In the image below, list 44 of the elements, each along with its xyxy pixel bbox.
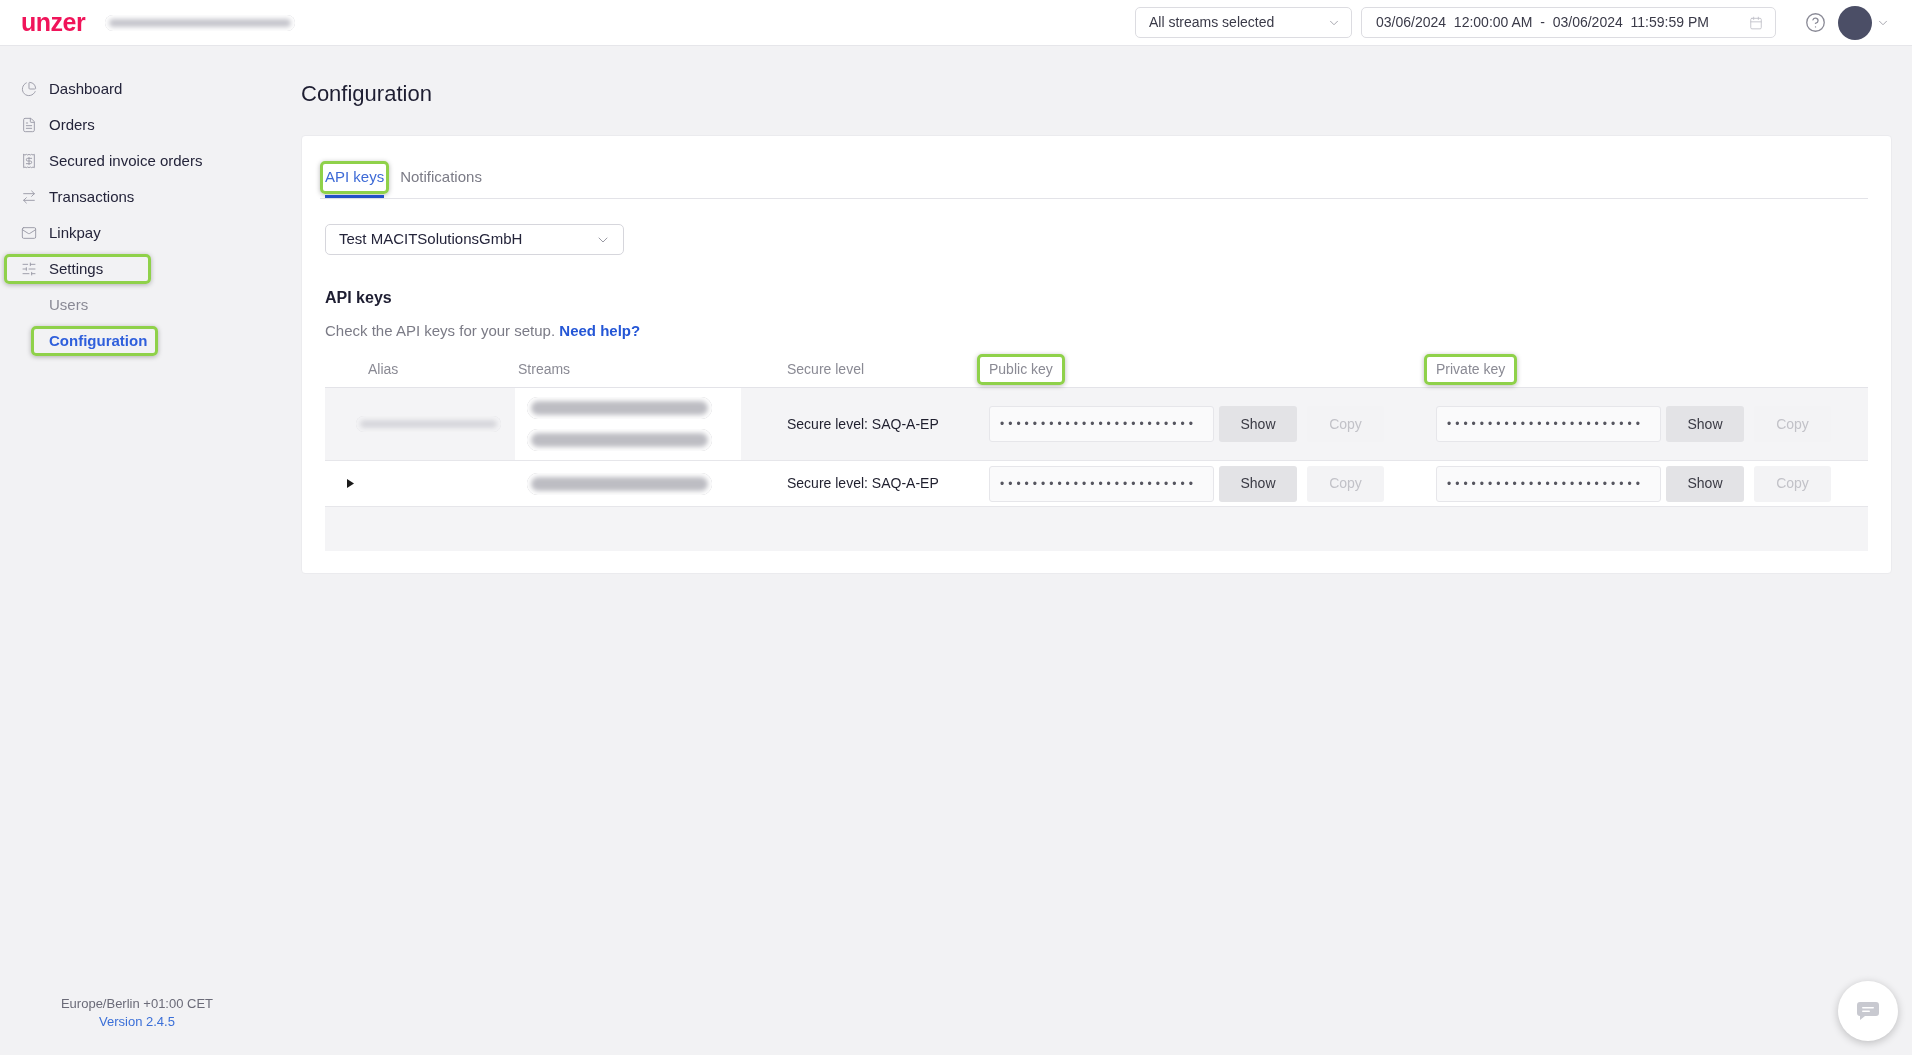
column-header: Public key [977, 354, 1065, 385]
sidebar-subitem[interactable]: Configuration [31, 326, 159, 356]
caret-right-icon[interactable] [347, 479, 354, 488]
show-button[interactable]: Show [1666, 406, 1744, 442]
sidebar-item[interactable]: Secured invoice orders [4, 146, 216, 176]
arrows-icon [21, 189, 37, 205]
key-field[interactable]: •••••••••••••••••••••••• [989, 406, 1214, 442]
chat-bubble-icon [1857, 1002, 1879, 1020]
help-text: Check the API keys for your setup. Need help? [325, 321, 642, 341]
receipt-icon [21, 153, 37, 169]
date-range-field[interactable]: 03/06/2024 12:00:00 AM - 03/06/2024 11:59:59 PM [1361, 7, 1776, 38]
column-header: Secure level [786, 360, 866, 379]
stream-select[interactable]: All streams selected [1135, 7, 1352, 38]
merchant-select[interactable]: Test MACITSolutionsGmbH [325, 224, 624, 255]
brand-logo[interactable]: unzer [21, 10, 86, 35]
key-field[interactable]: •••••••••••••••••••••••• [989, 465, 1214, 502]
show-button[interactable]: Show [1219, 465, 1297, 502]
column-header: Streams [517, 360, 572, 379]
sidebar-item[interactable]: Settings [4, 254, 151, 284]
show-button[interactable]: Show [1219, 406, 1297, 442]
sidebar-item[interactable]: Transactions [4, 182, 151, 212]
column-header: Alias [367, 360, 400, 379]
sliders-icon [21, 261, 37, 277]
key-field[interactable]: •••••••••••••••••••••••• [1436, 406, 1661, 442]
secure-level-text: Secure level: SAQ-A-EP [787, 474, 939, 493]
sidebar-item[interactable]: Dashboard [4, 74, 151, 104]
show-button[interactable]: Show [1666, 465, 1744, 502]
help-link[interactable]: Need help? [559, 322, 641, 339]
section-heading: API keys [325, 288, 393, 308]
key-field[interactable]: •••••••••••••••••••••••• [1436, 465, 1661, 502]
timezone-text: Europe/Berlin +01:00 CET [60, 995, 214, 1013]
pie-chart-icon [21, 81, 37, 97]
page-title: Configuration [301, 80, 433, 108]
sidebar-item[interactable]: Orders [4, 110, 151, 140]
envelope-icon [21, 225, 37, 241]
sidebar-item[interactable]: Linkpay [4, 218, 151, 248]
document-icon [21, 117, 37, 133]
help-icon[interactable] [1805, 12, 1826, 33]
tab[interactable]: Notifications [395, 161, 487, 198]
avatar-icon[interactable] [1838, 5, 1872, 40]
secure-level-text: Secure level: SAQ-A-EP [787, 414, 939, 434]
version-link[interactable]: Version 2.4.5 [99, 1013, 175, 1031]
calendar-icon [1749, 15, 1763, 30]
column-header: Private key [1424, 354, 1518, 385]
